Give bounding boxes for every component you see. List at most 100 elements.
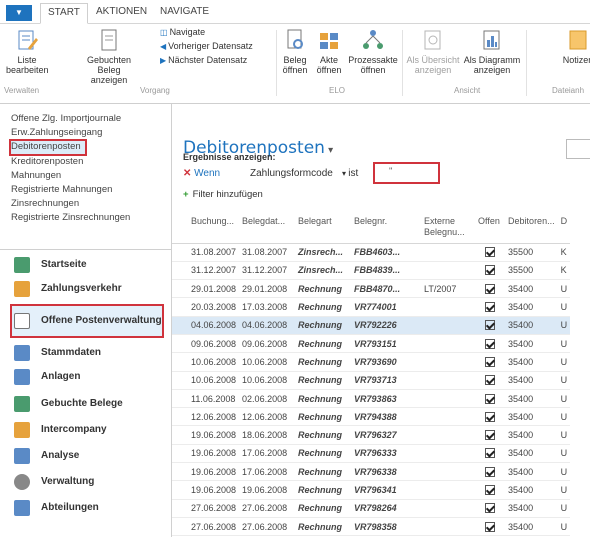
checkbox-offen[interactable] xyxy=(485,503,496,514)
checkbox-offen[interactable] xyxy=(485,247,496,258)
checkbox-offen[interactable] xyxy=(485,302,496,313)
checkbox-offen[interactable] xyxy=(485,485,496,495)
table-row[interactable]: 10.06.2008 10.06.2008 Rechnung VR793713 3540… xyxy=(172,371,571,390)
notizen-button[interactable]: Notizen xyxy=(560,28,590,65)
table-row[interactable]: 27.06.2008 27.06.2008 Rechnung VR798264 3540… xyxy=(172,499,571,518)
tab-navigate[interactable]: NAVIGATE xyxy=(160,6,209,17)
module-anlagen[interactable]: Anlagen xyxy=(0,366,172,388)
table-row[interactable]: 09.06.2008 09.06.2008 Rechnung VR793151 3540… xyxy=(172,334,571,354)
cell-offen xyxy=(475,389,506,409)
module-stammdaten[interactable]: Stammdaten xyxy=(0,342,172,364)
checkbox-offen[interactable] xyxy=(485,430,496,441)
module-startseite[interactable]: Startseite xyxy=(0,254,172,276)
module-verwaltung[interactable]: Verwaltung xyxy=(0,471,172,493)
cell-d: U xyxy=(557,279,571,299)
nav-link-registrierte-mahnungen[interactable]: Registrierte Mahnungen xyxy=(11,184,112,195)
add-filter-label: Filter hinzufügen xyxy=(192,189,263,200)
filter-remove-button[interactable]: ✕ Wenn xyxy=(183,168,220,179)
naechster-datensatz-button[interactable]: ▶ Nächster Datensatz xyxy=(160,55,247,66)
filter-value-input[interactable]: '' xyxy=(373,162,440,184)
table-row[interactable]: 27.06.2008 27.06.2008 Rechnung VR798358 3540… xyxy=(172,517,571,537)
checkbox-offen[interactable] xyxy=(485,521,496,532)
vorheriger-datensatz-button[interactable]: ◀ Vorheriger Datensatz xyxy=(160,41,253,52)
table-row[interactable]: 19.06.2008 17.06.2008 Rechnung VR796333 3540… xyxy=(172,444,571,464)
nav-separator xyxy=(0,249,172,250)
checkbox-offen[interactable] xyxy=(485,338,496,349)
nav-link-zinsrechnungen[interactable]: Zinsrechnungen xyxy=(11,198,79,209)
table-row[interactable]: 19.06.2008 19.06.2008 Rechnung VR796341 3540… xyxy=(172,480,571,500)
module-zahlungsverkehr[interactable]: Zahlungsverkehr xyxy=(0,278,172,300)
checkbox-offen[interactable] xyxy=(485,320,496,331)
table-row[interactable]: 04.06.2008 04.06.2008 Rechnung VR792226 3540… xyxy=(172,316,571,335)
checkbox-offen[interactable] xyxy=(485,283,496,294)
checkbox-offen[interactable] xyxy=(485,393,496,404)
col-externe-belegnr[interactable]: Externe Belegnu... xyxy=(421,213,476,244)
gebuchten-beleg-button[interactable]: Gebuchten Beleg anzeigen xyxy=(76,28,142,85)
table-row[interactable]: 19.06.2008 17.06.2008 Rechnung VR796338 3540… xyxy=(172,462,571,482)
cell-belegnr: VR794388 xyxy=(351,407,422,427)
prozessakte-button[interactable]: Prozessakte öffnen xyxy=(348,28,398,75)
filter-field-select[interactable]: Zahlungsformcode xyxy=(250,168,333,179)
table-row[interactable]: 10.06.2008 10.06.2008 Rechnung VR793690 3540… xyxy=(172,352,571,372)
als-diagramm-button[interactable]: Als Diagramm anzeigen xyxy=(462,28,522,75)
nav-link-mahnungen[interactable]: Mahnungen xyxy=(11,170,61,181)
filter-operator-select[interactable]: ▾ ist xyxy=(342,168,358,179)
table-row[interactable]: 20.03.2008 17.03.2008 Rechnung VR774001 3540… xyxy=(172,297,571,317)
nav-link-importjournale[interactable]: Offene Zlg. Importjournale xyxy=(11,113,121,124)
table-row[interactable]: 31.12.2007 31.12.2007 Zinsrech... FBB4839..… xyxy=(172,261,571,281)
process-icon xyxy=(363,30,383,49)
akte-oeffnen-button[interactable]: Akte öffnen xyxy=(314,28,344,75)
cell-d: U xyxy=(557,425,571,445)
cell-debitoren: 35400 xyxy=(505,480,558,500)
checkbox-offen[interactable] xyxy=(485,466,496,477)
table-row[interactable]: 29.01.2008 29.01.2008 Rechnung FBB4870... LT… xyxy=(172,279,571,299)
als-uebersicht-button[interactable]: Als Übersicht anzeigen xyxy=(404,28,462,75)
checkbox-offen[interactable] xyxy=(485,411,496,422)
col-belegdatum[interactable]: Belegdat... xyxy=(239,213,296,244)
chart-icon xyxy=(483,30,500,50)
col-buchung[interactable]: Buchung... xyxy=(172,213,240,244)
tab-start[interactable]: START xyxy=(40,3,88,24)
table-row[interactable]: 31.08.2007 31.08.2007 Zinsrech... FBB4603..… xyxy=(172,243,571,262)
col-debitoren[interactable]: Debitoren... xyxy=(505,213,558,244)
table-row[interactable]: 12.06.2008 12.06.2008 Rechnung VR794388 3540… xyxy=(172,407,571,427)
checkbox-offen[interactable] xyxy=(485,265,496,276)
module-abteilungen[interactable]: Abteilungen xyxy=(0,497,172,519)
navigate-button[interactable]: ◫ Navigate xyxy=(160,27,205,38)
col-d[interactable]: D xyxy=(557,213,571,244)
app-menu-button[interactable]: ▼ xyxy=(6,5,32,21)
cell-belegnr: FBB4870... xyxy=(351,279,422,299)
col-belegnr[interactable]: Belegnr. xyxy=(351,213,422,244)
cell-belegart: Rechnung xyxy=(295,352,352,372)
checkbox-offen[interactable] xyxy=(485,356,496,367)
add-filter-button[interactable]: + Filter hinzufügen xyxy=(183,189,263,200)
nav-link-kreditorenposten[interactable]: Kreditorenposten xyxy=(11,156,83,167)
cell-belegnr: FBB4839... xyxy=(351,261,422,281)
checkbox-offen[interactable] xyxy=(485,375,496,386)
posted-documents-icon xyxy=(14,396,30,412)
table-row[interactable]: 19.06.2008 18.06.2008 Rechnung VR796327 3540… xyxy=(172,425,571,445)
cell-debitoren: 35400 xyxy=(505,389,558,409)
col-belegart[interactable]: Belegart xyxy=(295,213,352,244)
search-input[interactable] xyxy=(566,139,590,159)
cell-belegnr: VR796333 xyxy=(351,444,422,464)
col-offen[interactable]: Offen xyxy=(475,213,506,244)
beleg-oeffnen-button[interactable]: Beleg öffnen xyxy=(280,28,310,75)
cell-debitoren: 35400 xyxy=(505,425,558,445)
cell-offen xyxy=(475,444,506,464)
table-row[interactable]: 11.06.2008 02.06.2008 Rechnung VR793863 3540… xyxy=(172,389,571,409)
nav-link-debitorenposten[interactable]: Debitorenposten xyxy=(11,141,81,152)
tab-aktionen[interactable]: AKTIONEN xyxy=(96,6,147,17)
module-offene-postenverwaltung[interactable]: Offene Postenverwaltung xyxy=(0,310,172,332)
nav-link-registrierte-zinsrechnungen[interactable]: Registrierte Zinsrechnungen xyxy=(11,212,130,223)
liste-bearbeiten-button[interactable]: Liste bearbeiten xyxy=(6,28,49,75)
module-intercompany[interactable]: Intercompany xyxy=(0,419,172,441)
module-analyse[interactable]: Analyse xyxy=(0,445,172,467)
cell-belegnr: FBB4603... xyxy=(351,243,422,262)
naechster-label: Nächster Datensatz xyxy=(168,55,248,65)
cell-buchung: 19.06.2008 xyxy=(172,444,240,464)
nav-link-zahlungseingang[interactable]: Erw.Zahlungseingang xyxy=(11,127,102,138)
filter-wenn-label: Wenn xyxy=(194,168,221,179)
checkbox-offen[interactable] xyxy=(485,448,496,459)
module-gebuchte-belege[interactable]: Gebuchte Belege xyxy=(0,393,172,415)
